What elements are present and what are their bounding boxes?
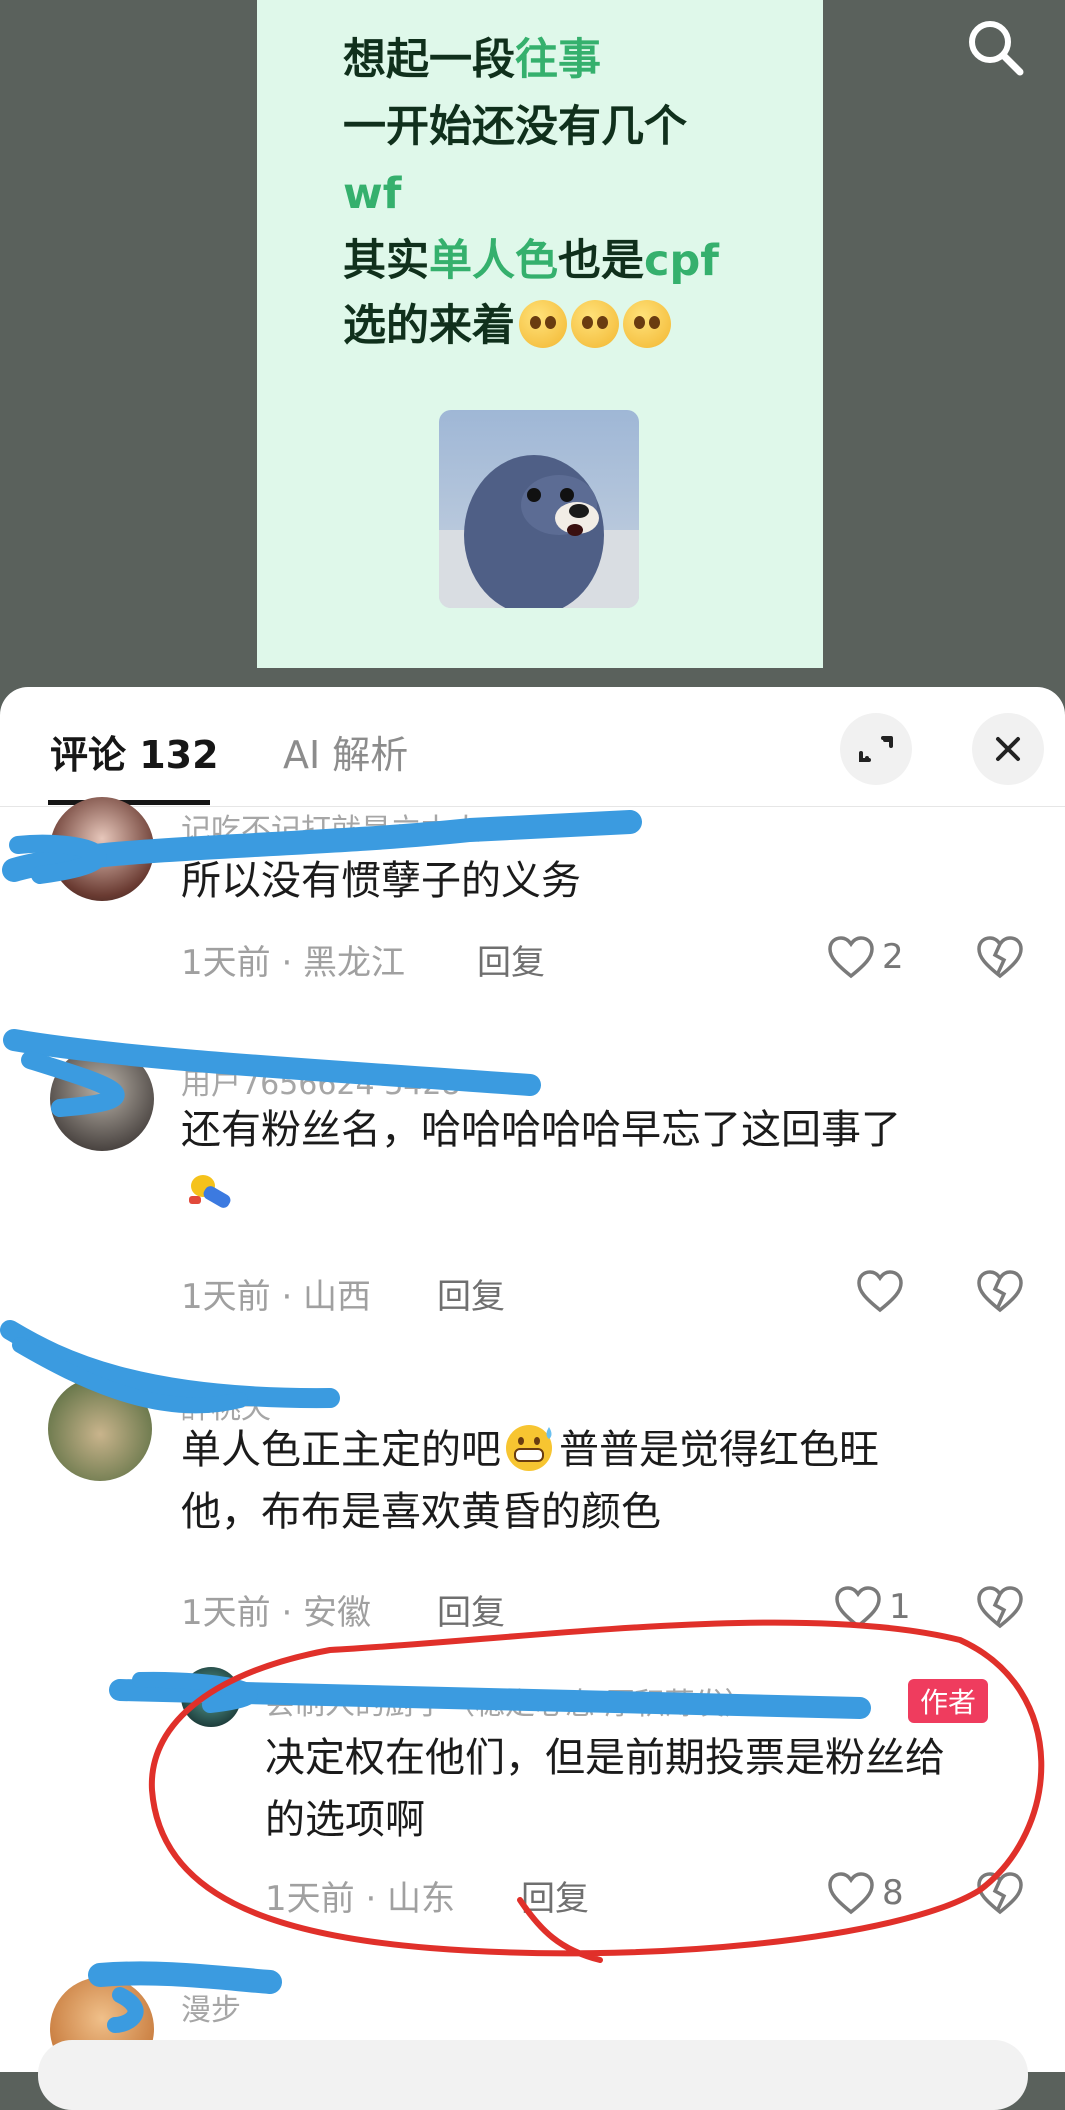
comment-time-location: 1天前 · 山东 <box>265 1879 456 1919</box>
broken-heart-icon <box>977 1872 1023 1915</box>
broken-heart-icon <box>977 1270 1023 1313</box>
tab-ai-analysis[interactable]: AI 解析 <box>283 724 408 779</box>
reply-button[interactable]: 回复 <box>521 1871 589 1920</box>
comment-text: 决定权在他们，但是前期投票是粉丝给 的选项啊 <box>265 1735 945 1843</box>
like-button[interactable]: 2 <box>826 933 916 983</box>
comment-username[interactable]: 漫步 <box>181 1985 241 2029</box>
reply-button[interactable]: 回复 <box>477 935 545 984</box>
reply-button[interactable]: 回复 <box>437 1269 505 1318</box>
avatar[interactable] <box>48 1377 152 1481</box>
dislike-button[interactable] <box>975 1583 1025 1633</box>
post-text-line-4: 其实单人色也是cpf <box>343 236 719 286</box>
comment-username[interactable]: 用户7656624 3428 <box>181 1059 461 1103</box>
heart-icon <box>835 1586 881 1629</box>
dislike-button[interactable] <box>975 933 1025 983</box>
like-button[interactable]: 1 <box>833 1583 923 1633</box>
expand-icon <box>859 736 893 762</box>
dislike-button[interactable] <box>975 1267 1025 1317</box>
expand-button[interactable] <box>840 713 912 785</box>
post-text-line-5: 选的来着 <box>343 298 671 354</box>
comment-time-location: 1天前 · 安徽 <box>181 1593 372 1633</box>
sticker-emoji-icon <box>189 1175 231 1208</box>
post-area: 想起一段往事 一开始还没有几个 wf 其实单人色也是cpf 选的来着 <box>0 0 1065 700</box>
dislike-button[interactable] <box>975 1869 1025 1919</box>
like-button[interactable]: 8 <box>826 1869 916 1919</box>
post-text-line-1: 想起一段往事 <box>343 35 601 85</box>
close-icon <box>996 737 1020 761</box>
avatar[interactable] <box>50 1047 154 1151</box>
comment-text: 单人色正主定的吧 普普是觉得红色旺 他，布布是喜欢黄昏的颜色 <box>181 1419 1011 1543</box>
comment-time-location: 1天前 · 黑龙江 <box>181 943 406 983</box>
like-button[interactable] <box>855 1267 915 1317</box>
grinning-sweat-emoji-icon <box>506 1425 552 1471</box>
post-image-card[interactable]: 想起一段往事 一开始还没有几个 wf 其实单人色也是cpf 选的来着 <box>257 0 823 668</box>
post-text-line-3: wf <box>343 169 402 219</box>
pleading-face-emoji-icon <box>519 300 567 348</box>
avatar[interactable] <box>50 797 154 901</box>
comment-username[interactable]: 记吃不记打就是立本人 <box>181 805 481 849</box>
comment-tabs-bar: 评论 132 AI 解析 <box>0 687 1065 807</box>
heart-icon <box>857 1270 903 1313</box>
heart-icon <box>828 1872 874 1915</box>
comment-username[interactable]: 会制人的厨子（稳定心态 厚积薄发） <box>265 1679 755 1723</box>
avatar[interactable] <box>181 1667 241 1727</box>
comment-item: 记吃不记打就是立本人 所以没有惯孽子的义务 1天前 · 黑龙江 回复 2 <box>0 797 1065 1007</box>
like-count: 2 <box>882 937 904 977</box>
search-button[interactable] <box>962 14 1032 84</box>
like-count: 1 <box>889 1587 911 1627</box>
comment-text: 还有粉丝名，哈哈哈哈哈早忘了这回事了 <box>181 1099 1011 1223</box>
heart-icon <box>828 936 874 979</box>
comment-sheet: 评论 132 AI 解析 记吃不记打就是立本人 所以没有惯孽子的义务 1天前 ·… <box>0 687 1065 2072</box>
broken-heart-icon <box>977 1586 1023 1629</box>
broken-heart-icon <box>977 936 1023 979</box>
search-icon <box>969 21 1024 76</box>
pleading-face-emoji-icon <box>623 300 671 348</box>
comment-item: 用户7656624 3428 还有粉丝名，哈哈哈哈哈早忘了这回事了 1天前 · … <box>0 1047 1065 1327</box>
comment-input-bar[interactable] <box>38 2040 1028 2110</box>
like-count: 8 <box>882 1873 904 1913</box>
post-text-line-2: 一开始还没有几个 <box>343 102 687 152</box>
reply-item: 会制人的厨子（稳定心态 厚积薄发） 作者 决定权在他们，但是前期投票是粉丝给 的… <box>0 1667 1065 1957</box>
reply-button[interactable]: 回复 <box>437 1585 505 1634</box>
close-button[interactable] <box>972 713 1044 785</box>
pleading-face-emoji-icon <box>571 300 619 348</box>
comment-item: 醉桃夭 单人色正主定的吧 普普是觉得红色旺 他，布布是喜欢黄昏的颜色 1天前 · … <box>0 1357 1065 1657</box>
mole-sticker-image <box>439 410 639 608</box>
comment-time-location: 1天前 · 山西 <box>181 1277 372 1317</box>
author-badge: 作者 <box>908 1679 989 1723</box>
tab-comments[interactable]: 评论 132 <box>50 724 219 779</box>
comment-text: 所以没有惯孽子的义务 <box>181 858 581 904</box>
